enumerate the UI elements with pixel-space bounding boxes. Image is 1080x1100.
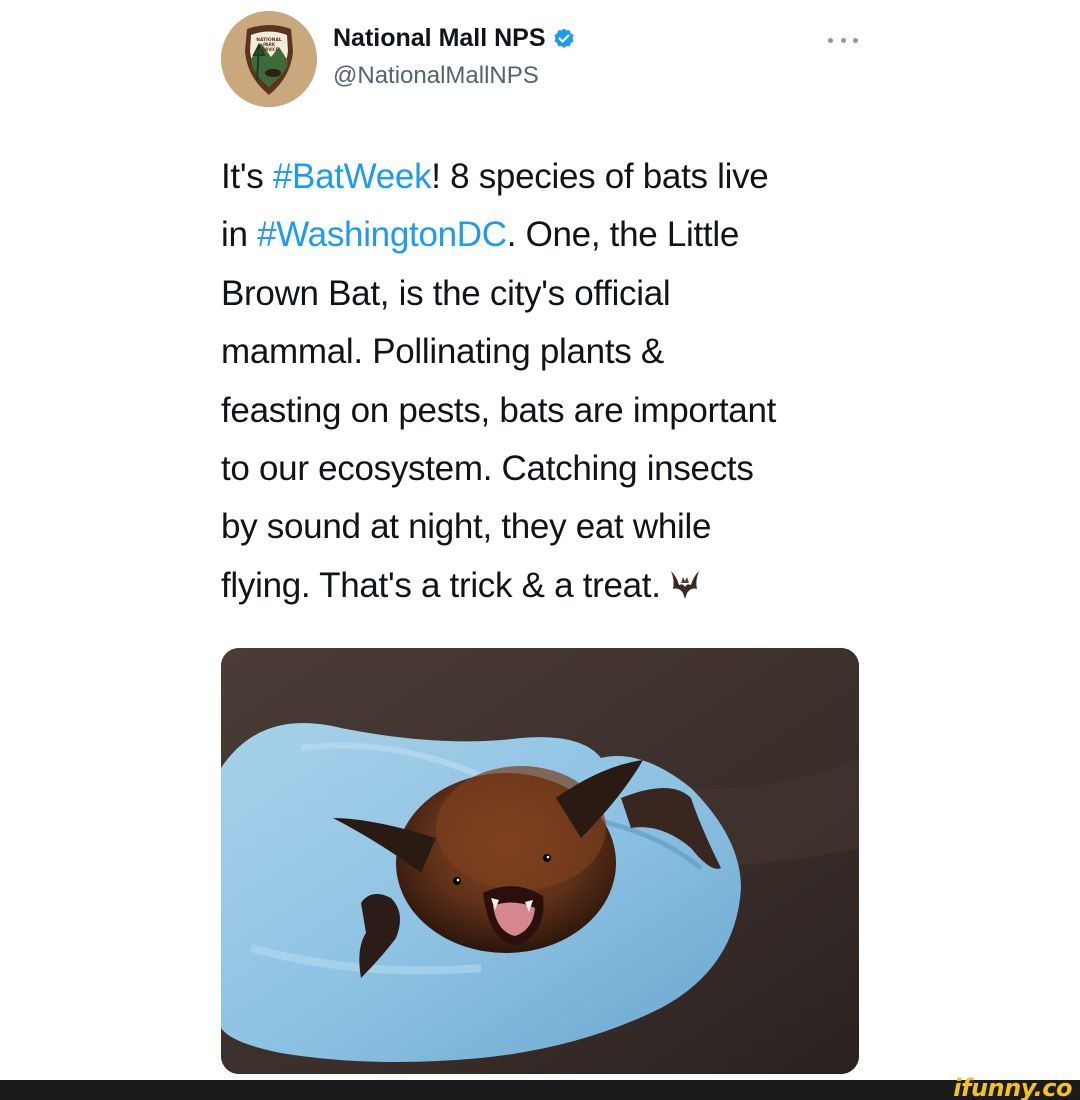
ifunny-watermark: ifunny.co <box>953 1074 1072 1100</box>
tweet-media-photo[interactable] <box>221 648 859 1074</box>
hashtag-link[interactable]: #BatWeek <box>273 157 432 196</box>
tweet-text-segment: ! 8 species of bats live <box>431 157 769 196</box>
more-dot <box>853 37 858 43</box>
tweet-text-line: mammal. Pollinating plants & <box>221 323 871 381</box>
tweet-text-line: in #WashingtonDC. One, the Little <box>221 206 871 264</box>
author-handle[interactable]: @NationalMallNPS <box>333 62 539 90</box>
tweet-text-segment: It's <box>221 157 273 196</box>
avatar[interactable]: NATIONAL PARK SERVICE <box>221 11 317 107</box>
nps-arrowhead-logo-icon: NATIONAL PARK SERVICE <box>221 11 317 107</box>
tweet-text-segment: . One, the Little <box>506 215 740 255</box>
tweet-text-line: feasting on pests, bats are important <box>221 382 871 440</box>
tweet-text-line: Brown Bat, is the city's official <box>221 265 871 323</box>
author-name[interactable]: National Mall NPS <box>333 24 576 53</box>
tweet-text-segment: by sound at night, they eat while <box>221 507 712 547</box>
tweet-text-segment: mammal. Pollinating plants & <box>221 332 664 372</box>
bat-emoji-icon <box>670 570 699 599</box>
tweet-text: It's #BatWeek! 8 species of bats live in … <box>221 148 871 615</box>
tweet-screenshot: NATIONAL PARK SERVICE National Mall NPS … <box>0 0 1080 1100</box>
more-options-icon[interactable] <box>828 30 858 50</box>
tweet-text-segment: in <box>221 215 258 255</box>
verified-badge-icon <box>554 28 574 48</box>
tweet-text-line: flying. That's a trick & a treat. <box>221 557 871 615</box>
tweet-text-segment: feasting on pests, bats are important <box>221 390 777 430</box>
bat-in-gloved-hand-photo <box>221 648 859 1074</box>
tweet-text-line: to our ecosystem. Catching insects <box>221 440 871 498</box>
hashtag-link[interactable]: #WashingtonDC <box>257 215 507 254</box>
tweet-text-segment: to our ecosystem. Catching insects <box>221 449 754 489</box>
tweet-text-line: by sound at night, they eat while <box>221 498 871 556</box>
author-name-text: National Mall NPS <box>333 24 546 52</box>
tweet-text-segment: Brown Bat, is the city's official <box>221 273 671 313</box>
more-dot <box>828 37 833 43</box>
tweet-text-segment: flying. That's a trick & a treat. <box>221 565 661 605</box>
watermark-bar: ifunny.co <box>0 1074 1080 1100</box>
logo-text-3: SERVICE <box>260 47 279 52</box>
tweet-text-line: It's #BatWeek! 8 species of bats live <box>221 148 871 206</box>
more-dot <box>840 37 846 43</box>
